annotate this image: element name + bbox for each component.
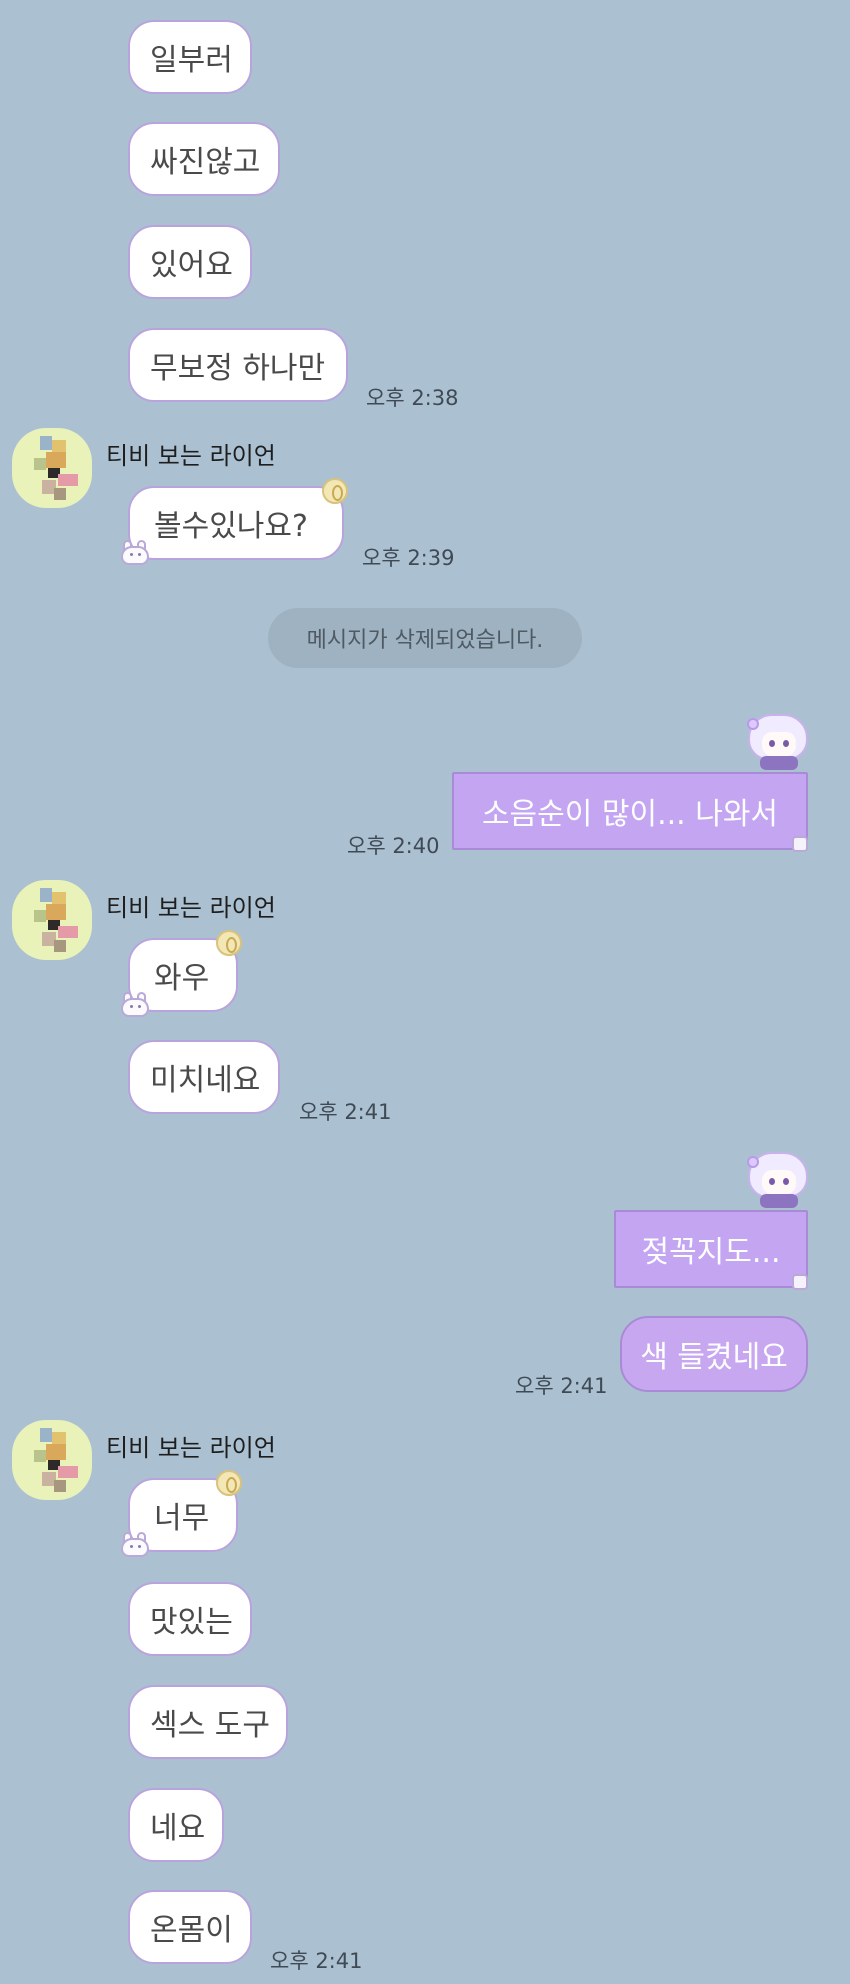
message-timestamp: 오후 2:40: [347, 834, 440, 858]
message-bubble[interactable]: 있어요: [128, 225, 252, 299]
message-text: 와우: [154, 961, 210, 996]
my-message-bubble[interactable]: 소음순이 많이... 나와서: [452, 772, 808, 850]
message-text: 일부러: [150, 43, 233, 78]
message-text: 소음순이 많이... 나와서: [481, 797, 779, 832]
system-notice: 메시지가 삭제되었습니다.: [268, 608, 582, 668]
message-text: 섹스 도구: [150, 1708, 270, 1743]
message-text: 볼수있나요?: [154, 509, 308, 544]
pet-sticker-icon: [118, 540, 152, 566]
message-text: 젖꼭지도...: [641, 1235, 781, 1270]
message-bubble[interactable]: 미치네요: [128, 1040, 280, 1114]
message-timestamp: 오후 2:41: [270, 1949, 363, 1973]
message-timestamp: 오후 2:41: [299, 1100, 392, 1124]
pet-sticker-icon: [118, 1532, 152, 1558]
message-bubble[interactable]: 무보정 하나만: [128, 328, 348, 402]
profile-avatar-icon[interactable]: [12, 1420, 92, 1500]
message-text: 미치네요: [150, 1063, 261, 1098]
sender-name: 티비 보는 라이언: [106, 1434, 276, 1462]
bubble-badge-icon: [216, 1470, 242, 1496]
message-text: 색 들켰네요: [640, 1340, 788, 1375]
message-text: 맛있는: [150, 1605, 233, 1640]
message-bubble[interactable]: 섹스 도구: [128, 1685, 288, 1759]
message-text: 무보정 하나만: [150, 351, 326, 386]
bubble-badge-icon: [792, 1274, 808, 1290]
message-bubble[interactable]: 맛있는: [128, 1582, 252, 1656]
my-message-bubble[interactable]: 젖꼭지도...: [614, 1210, 808, 1288]
message-bubble[interactable]: 네요: [128, 1788, 224, 1862]
message-text: 너무: [154, 1501, 210, 1536]
message-text: 있어요: [150, 248, 233, 283]
system-notice-text: 메시지가 삭제되었습니다.: [306, 628, 544, 653]
chibi-sticker-icon: [744, 712, 812, 774]
message-text: 싸진않고: [150, 145, 261, 180]
message-bubble[interactable]: 온몸이: [128, 1890, 252, 1964]
message-text: 온몸이: [150, 1913, 233, 1948]
message-timestamp: 오후 2:39: [362, 546, 455, 570]
message-timestamp: 오후 2:38: [366, 386, 459, 410]
pet-sticker-icon: [118, 992, 152, 1018]
sender-name: 티비 보는 라이언: [106, 894, 276, 922]
sender-name: 티비 보는 라이언: [106, 442, 276, 470]
message-bubble[interactable]: 싸진않고: [128, 122, 280, 196]
bubble-badge-icon: [216, 930, 242, 956]
profile-avatar-icon[interactable]: [12, 428, 92, 508]
bubble-badge-icon: [322, 478, 348, 504]
my-message-bubble[interactable]: 색 들켰네요: [620, 1316, 808, 1392]
message-bubble[interactable]: 일부러: [128, 20, 252, 94]
message-timestamp: 오후 2:41: [515, 1374, 608, 1398]
message-bubble[interactable]: 볼수있나요?: [128, 486, 344, 560]
bubble-badge-icon: [792, 836, 808, 852]
message-text: 네요: [150, 1811, 206, 1846]
profile-avatar-icon[interactable]: [12, 880, 92, 960]
chibi-sticker-icon: [744, 1150, 812, 1212]
